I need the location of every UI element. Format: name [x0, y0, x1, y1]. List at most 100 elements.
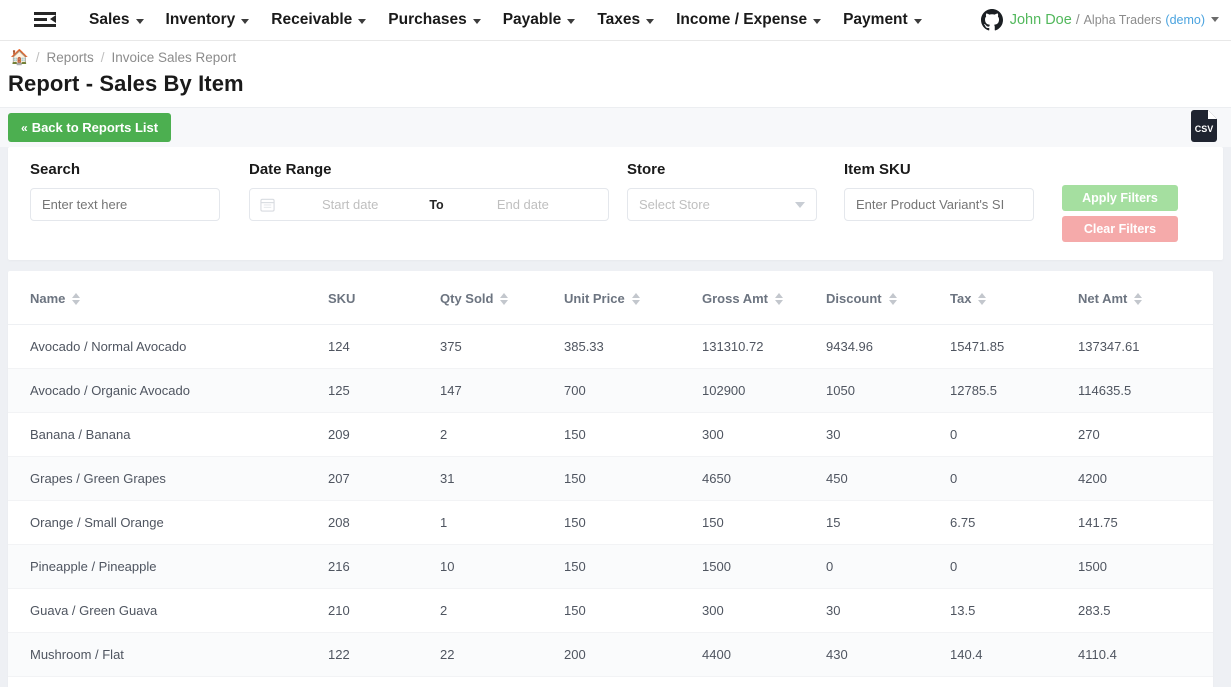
cell-discount: 430: [826, 632, 950, 677]
menu-fold-icon[interactable]: [34, 11, 56, 29]
cell-tax: 12785.5: [950, 368, 1078, 413]
clear-filters-button[interactable]: Clear Filters: [1062, 216, 1178, 242]
main-menu: Sales Inventory Receivable Purchases Pay…: [78, 0, 933, 41]
nav-item-taxes[interactable]: Taxes: [586, 0, 665, 41]
column-header-tax[interactable]: Tax: [950, 271, 1078, 325]
apply-filters-button[interactable]: Apply Filters: [1062, 185, 1178, 211]
sort-icon[interactable]: [978, 292, 987, 305]
column-label: Gross Amt: [702, 291, 768, 306]
store-select[interactable]: Select Store: [627, 188, 817, 221]
nav-item-purchases[interactable]: Purchases: [377, 0, 491, 41]
table-row[interactable]: Mushroom / Flat 122 22 200 4400 430 140.4 4110.…: [8, 632, 1213, 677]
cell-name: Orange / Small Orange: [8, 500, 328, 545]
cell-sku: 125: [328, 368, 440, 413]
cell-tax: 15471.85: [950, 324, 1078, 369]
column-header-qty-sold[interactable]: Qty Sold: [440, 271, 564, 325]
back-to-reports-list-button[interactable]: « Back to Reports List: [8, 113, 172, 142]
cell-net-amt: 137347.61: [1078, 324, 1213, 369]
sort-icon[interactable]: [1134, 292, 1143, 305]
column-label: Net Amt: [1078, 291, 1128, 306]
back-button-label: Back to Reports List: [31, 120, 159, 135]
table-row[interactable]: Grapes / Green Grapes 207 31 150 4650 450 0 420…: [8, 456, 1213, 501]
sort-icon[interactable]: [888, 292, 897, 305]
breadcrumb-item-reports[interactable]: Reports: [46, 50, 93, 65]
column-header-unit-price[interactable]: Unit Price: [564, 271, 702, 325]
csv-file-icon[interactable]: CSV: [1191, 110, 1217, 142]
column-header-net-amt[interactable]: Net Amt: [1078, 271, 1213, 325]
sort-icon[interactable]: [72, 292, 81, 305]
column-header-gross-amt[interactable]: Gross Amt: [702, 271, 826, 325]
cell-unit-price: 700: [564, 368, 702, 413]
cell-qty-sold: 1: [440, 500, 564, 545]
end-date-input[interactable]: End date: [448, 197, 598, 212]
cell-discount: 450: [826, 456, 950, 501]
cell-unit-price: 150: [564, 588, 702, 633]
cell-sku: 122: [328, 632, 440, 677]
cell-sku: 207: [328, 456, 440, 501]
date-range-picker[interactable]: Start date To End date: [249, 188, 609, 221]
column-label: Discount: [826, 291, 882, 306]
search-input[interactable]: [30, 188, 220, 221]
top-navigation-bar: Sales Inventory Receivable Purchases Pay…: [0, 0, 1231, 41]
table-row[interactable]: Banana / Banana 209 2 150 300 30 0 270: [8, 412, 1213, 457]
nav-item-income-expense[interactable]: Income / Expense: [665, 0, 832, 41]
cell-qty-sold: 147: [440, 368, 564, 413]
breadcrumb-section: 🏠 / Reports / Invoice Sales Report: [0, 41, 1231, 65]
table-row[interactable]: Orange / Small Orange 208 1 150 150 15 6.75 141…: [8, 500, 1213, 545]
cell-unit-price: 150: [564, 544, 702, 589]
github-icon[interactable]: [980, 9, 1003, 31]
cell-name: Mushroom / Dalle: [8, 676, 328, 687]
table-row[interactable]: Mushroom / Dalle12315250375010373.54113.…: [8, 676, 1213, 687]
nav-item-payable[interactable]: Payable: [492, 0, 587, 41]
cell-name: Avocado / Normal Avocado: [8, 324, 328, 369]
column-header-sku[interactable]: SKU: [328, 271, 440, 325]
app-page: Sales Inventory Receivable Purchases Pay…: [0, 0, 1231, 687]
start-date-input[interactable]: Start date: [275, 197, 425, 212]
nav-item-receivable[interactable]: Receivable: [260, 0, 377, 41]
table-body: Avocado / Normal Avocado 124 375 385.33 1313…: [8, 324, 1213, 687]
table-row[interactable]: Guava / Green Guava 210 2 150 300 30 13.5 283.5: [8, 588, 1213, 633]
date-range-label: Date Range: [249, 161, 332, 178]
item-sku-filter-group: Item SKU: [844, 161, 1034, 221]
table-row[interactable]: Pineapple / Pineapple 216 10 150 1500 0 0 1500: [8, 544, 1213, 589]
page-title: Report - Sales By Item: [0, 65, 1231, 107]
filter-actions: Apply Filters Clear Filters: [1062, 161, 1178, 242]
cell-gross-amt: 300: [702, 412, 826, 457]
chevron-down-icon: [472, 18, 481, 24]
user-org: Alpha Traders: [1083, 13, 1162, 27]
sort-icon[interactable]: [500, 292, 509, 305]
calendar-icon: [260, 198, 275, 212]
cell-discount: 30: [826, 412, 950, 457]
cell-gross-amt: 150: [702, 500, 826, 545]
cell-unit-price: 150: [564, 500, 702, 545]
item-sku-input[interactable]: [844, 188, 1034, 221]
column-header-discount[interactable]: Discount: [826, 271, 950, 325]
table-row[interactable]: Avocado / Normal Avocado 124 375 385.33 1313…: [8, 324, 1213, 369]
column-header-name[interactable]: Name: [8, 271, 328, 325]
nav-label: Income / Expense: [676, 11, 808, 28]
store-select-value: Select Store: [639, 197, 710, 212]
cell-tax: 140.4: [950, 632, 1078, 677]
chevron-down-icon: [795, 201, 805, 208]
cell-sku: 124: [328, 324, 440, 369]
home-icon[interactable]: 🏠: [10, 50, 29, 65]
column-label: SKU: [328, 291, 356, 306]
user-separator: /: [1075, 12, 1080, 27]
store-label: Store: [627, 161, 666, 178]
table-row[interactable]: Avocado / Organic Avocado 125 147 700 102900…: [8, 368, 1213, 413]
chevron-down-icon: [241, 18, 250, 24]
cell-gross-amt: 131310.72: [702, 324, 826, 369]
sort-icon[interactable]: [774, 292, 783, 305]
breadcrumb-item-invoice-sales-report[interactable]: Invoice Sales Report: [112, 50, 237, 65]
cell-name: Pineapple / Pineapple: [8, 544, 328, 589]
cell-qty-sold: 10: [440, 544, 564, 589]
chevron-down-icon: [135, 18, 144, 24]
cell-gross-amt: 4650: [702, 456, 826, 501]
user-menu[interactable]: John Doe / Alpha Traders (demo): [1010, 12, 1219, 28]
nav-item-sales[interactable]: Sales: [78, 0, 155, 41]
nav-item-inventory[interactable]: Inventory: [155, 0, 261, 41]
sort-icon[interactable]: [631, 292, 640, 305]
sales-by-item-table: Name SKU Qty Sold Unit Price Gross Amt D…: [8, 271, 1213, 687]
cell-sku: 216: [328, 544, 440, 589]
nav-item-payment[interactable]: Payment: [832, 0, 933, 41]
